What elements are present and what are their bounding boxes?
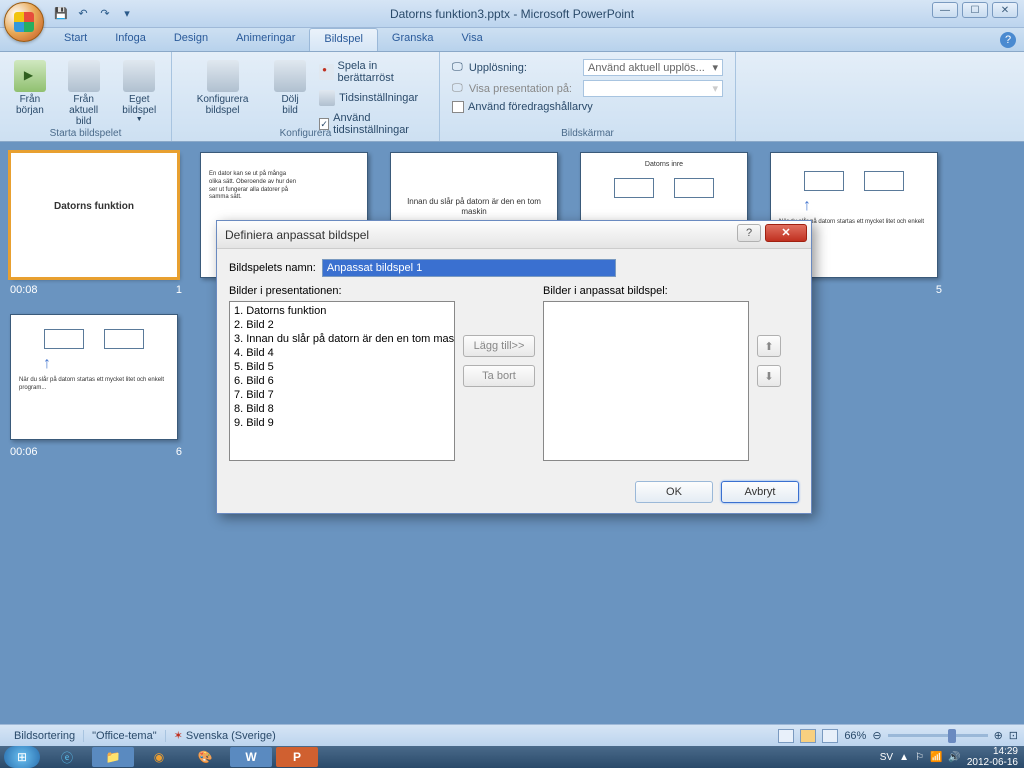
cancel-button[interactable]: Avbryt	[721, 481, 799, 503]
list-item[interactable]: 4. Bild 4	[232, 346, 452, 360]
list-item[interactable]: 7. Bild 7	[232, 388, 452, 402]
list-item[interactable]: 3. Innan du slår på datorn är den en tom…	[232, 332, 452, 346]
dialog-overlay: Definiera anpassat bildspel ? ✕ Bildspel…	[0, 0, 1024, 768]
list-item[interactable]: 1. Datorns funktion	[232, 304, 452, 318]
list-item[interactable]: 2. Bild 2	[232, 318, 452, 332]
custom-show-listbox[interactable]	[543, 301, 749, 461]
move-down-button[interactable]: ⬇	[757, 365, 781, 387]
ok-button[interactable]: OK	[635, 481, 713, 503]
list-item[interactable]: 9. Bild 9	[232, 416, 452, 430]
right-list-label: Bilder i anpassat bildspel:	[543, 285, 749, 297]
add-button[interactable]: Lägg till>>	[463, 335, 535, 357]
list-item[interactable]: 6. Bild 6	[232, 374, 452, 388]
remove-button[interactable]: Ta bort	[463, 365, 535, 387]
move-up-button[interactable]: ⬆	[757, 335, 781, 357]
dialog-title-text: Definiera anpassat bildspel	[225, 228, 369, 242]
dialog-close-button[interactable]: ✕	[765, 224, 807, 242]
list-item[interactable]: 5. Bild 5	[232, 360, 452, 374]
list-item[interactable]: 8. Bild 8	[232, 402, 452, 416]
dialog-help-button[interactable]: ?	[737, 224, 761, 242]
name-label: Bildspelets namn:	[229, 262, 316, 274]
left-list-label: Bilder i presentationen:	[229, 285, 455, 297]
presentation-slides-listbox[interactable]: 1. Datorns funktion 2. Bild 2 3. Innan d…	[229, 301, 455, 461]
dialog-titlebar[interactable]: Definiera anpassat bildspel ? ✕	[217, 221, 811, 249]
define-custom-show-dialog: Definiera anpassat bildspel ? ✕ Bildspel…	[216, 220, 812, 514]
show-name-input[interactable]	[322, 259, 616, 277]
